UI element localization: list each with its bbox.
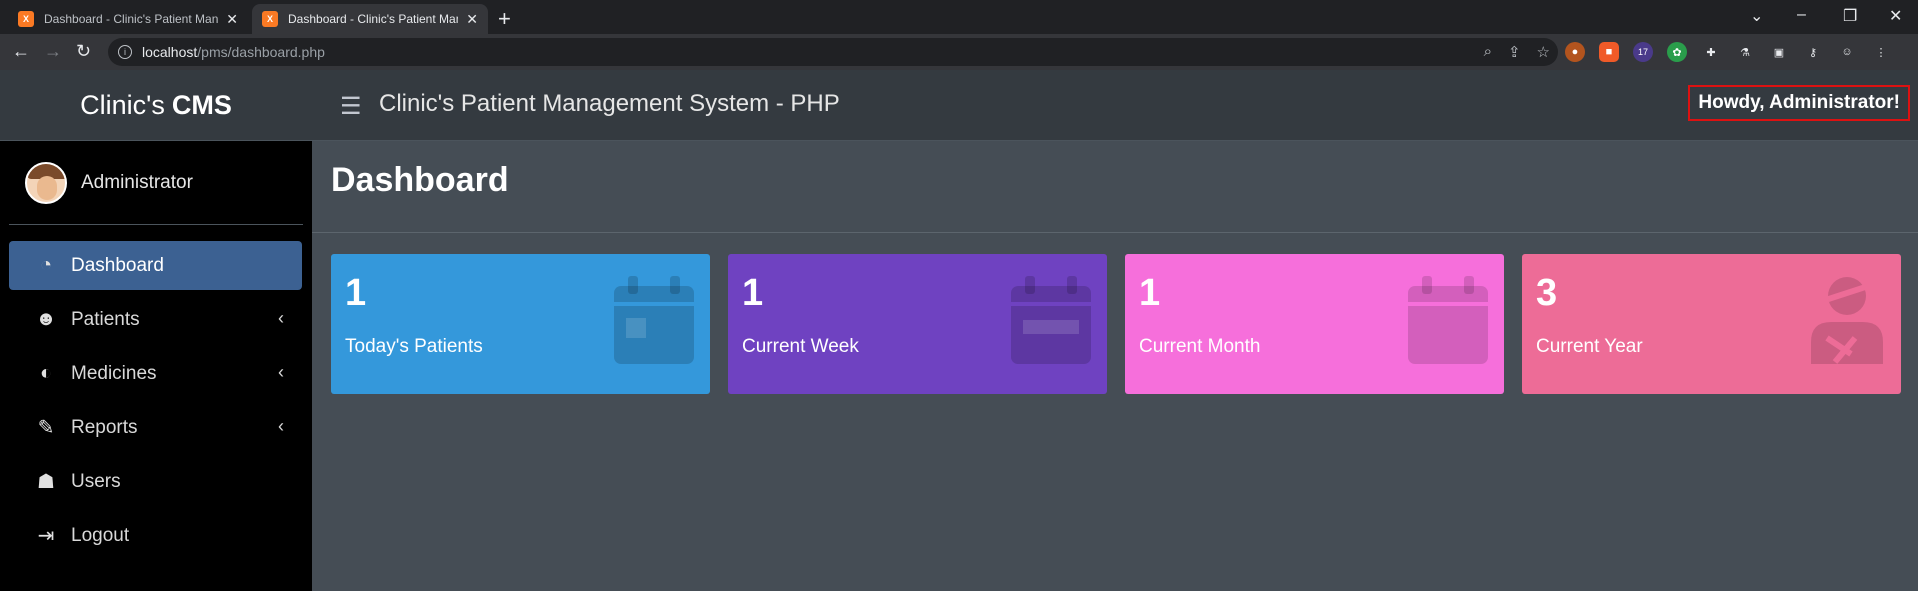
chevron-left-icon: ‹: [278, 362, 284, 382]
sidebar-item-users[interactable]: ☗ Users: [9, 457, 302, 506]
sidebar: Clinic's CMS Administrator ◔ Dashboard ☻ …: [0, 70, 312, 591]
tab-title: Dashboard - Clinic's Patient Management …: [44, 12, 219, 26]
xampp-favicon-icon: X: [18, 11, 34, 27]
user-name[interactable]: Administrator: [81, 172, 193, 194]
avatar: [25, 161, 67, 204]
app-page: Clinic's CMS Administrator ◔ Dashboard ☻ …: [0, 70, 1918, 591]
sign-out-icon: ⇥: [37, 525, 55, 547]
sidebar-item-patients[interactable]: ☻ Patients ‹: [9, 295, 302, 344]
profile-icon[interactable]: ☺: [1837, 42, 1857, 62]
user-greeting[interactable]: Howdy, Administrator!: [1688, 85, 1910, 121]
calendar-icon: [1408, 276, 1488, 364]
sidebar-item-label: Reports: [71, 416, 138, 438]
omnibox-actions: ⌕ ⇪ ☆: [1484, 43, 1550, 61]
new-tab-button[interactable]: +: [498, 6, 511, 32]
divider: [312, 232, 1918, 233]
browser-tab-2[interactable]: X Dashboard - Clinic's Patient Managemen…: [252, 4, 488, 34]
extensions-area: ● ■ 17 ✿ ✚ ⚗ ▣ ⚷ ☺ ⋮: [1565, 42, 1891, 62]
xampp-favicon-icon: X: [262, 11, 278, 27]
browser-tab-bar: X Dashboard - Clinic's Patient Managemen…: [0, 0, 1918, 34]
sidebar-item-dashboard[interactable]: ◔ Dashboard: [9, 241, 302, 290]
close-tab-icon[interactable]: ✕: [226, 11, 238, 28]
user-panel: Administrator: [9, 141, 303, 225]
address-bar[interactable]: i localhost/pms/dashboard.php ⌕ ⇪ ☆: [108, 38, 1558, 66]
zoom-icon[interactable]: ⌕: [1484, 43, 1492, 61]
calendar-week-icon: [1011, 276, 1091, 364]
browser-toolbar: ← → ↻ i localhost/pms/dashboard.php ⌕ ⇪ …: [0, 34, 1918, 70]
share-icon[interactable]: ⇪: [1508, 43, 1521, 61]
color-extension-icon[interactable]: ✿: [1667, 42, 1687, 62]
url-text: localhost/pms/dashboard.php: [142, 44, 325, 60]
sidebar-item-logout[interactable]: ⇥ Logout: [9, 511, 302, 560]
side-panel-icon[interactable]: ▣: [1769, 42, 1789, 62]
users-icon: ☗: [37, 471, 55, 493]
back-arrow-icon[interactable]: ←: [12, 41, 30, 62]
browser-tab-1[interactable]: X Dashboard - Clinic's Patient Managemen…: [8, 4, 248, 34]
stat-label: Today's Patients: [345, 336, 483, 357]
pills-icon: ◐: [39, 362, 53, 384]
top-header: ☰ Clinic's Patient Management System - P…: [312, 70, 1918, 141]
main-content: Dashboard 1 Today's Patients 1 Current W…: [312, 141, 1918, 591]
site-info-icon[interactable]: i: [118, 45, 132, 59]
stat-value: 1: [345, 272, 367, 314]
close-tab-icon[interactable]: ✕: [466, 11, 478, 28]
stat-value: 3: [1536, 272, 1558, 314]
stat-card-month[interactable]: 1 Current Month: [1125, 254, 1504, 394]
stat-card-year[interactable]: 3 Current Year: [1522, 254, 1901, 394]
bookmark-star-icon[interactable]: ☆: [1537, 43, 1550, 61]
sidebar-item-label: Dashboard: [71, 254, 164, 276]
sidebar-item-label: Patients: [71, 308, 140, 330]
sidebar-item-medicines[interactable]: ◐ Medicines ‹: [9, 349, 302, 398]
key-icon[interactable]: ⚷: [1803, 42, 1823, 62]
puzzle-extensions-icon[interactable]: ✚: [1701, 42, 1721, 62]
stat-label: Current Week: [742, 336, 859, 357]
calendar-day-icon: [614, 276, 694, 364]
hamburger-menu-icon[interactable]: ☰: [340, 92, 362, 121]
tab-title: Dashboard - Clinic's Patient Management …: [288, 12, 458, 26]
edit-icon: ✎: [37, 417, 55, 439]
red-extension-icon[interactable]: ■: [1599, 42, 1619, 62]
sidebar-item-label: Logout: [71, 524, 130, 546]
chevron-left-icon: ‹: [278, 308, 284, 328]
page-title: Dashboard: [331, 161, 509, 199]
cookie-extension-icon[interactable]: ●: [1565, 42, 1585, 62]
kebab-menu-icon[interactable]: ⋮: [1871, 42, 1891, 62]
sidebar-menu: ◔ Dashboard ☻ Patients ‹ ◐ Medicines ‹ ✎…: [0, 225, 312, 560]
lab-flask-icon[interactable]: ⚗: [1735, 42, 1755, 62]
tachometer-icon: ◔: [39, 254, 53, 276]
restore-icon[interactable]: ❐: [1843, 6, 1857, 26]
user-injured-icon: [1811, 277, 1883, 364]
minimize-icon[interactable]: –: [1797, 6, 1806, 24]
chevron-left-icon: ‹: [278, 416, 284, 436]
stat-card-today[interactable]: 1 Today's Patients: [331, 254, 710, 394]
app-title: Clinic's Patient Management System - PHP: [379, 90, 840, 117]
stat-card-week[interactable]: 1 Current Week: [728, 254, 1107, 394]
sidebar-item-reports[interactable]: ✎ Reports ‹: [9, 403, 302, 452]
brand-logo[interactable]: Clinic's CMS: [0, 70, 312, 141]
stat-value: 1: [1139, 272, 1161, 314]
sidebar-item-label: Medicines: [71, 362, 157, 384]
reload-icon[interactable]: ↻: [76, 41, 91, 62]
stat-label: Current Month: [1139, 336, 1261, 357]
badge-extension-icon[interactable]: 17: [1633, 42, 1653, 62]
close-window-icon[interactable]: ✕: [1889, 6, 1902, 26]
forward-arrow-icon[interactable]: →: [44, 41, 62, 62]
sidebar-item-label: Users: [71, 470, 121, 492]
tab-search-chevron-icon[interactable]: ⌄: [1750, 6, 1763, 26]
user-injured-icon: ☻: [35, 308, 57, 330]
stat-label: Current Year: [1536, 336, 1643, 357]
stat-value: 1: [742, 272, 764, 314]
